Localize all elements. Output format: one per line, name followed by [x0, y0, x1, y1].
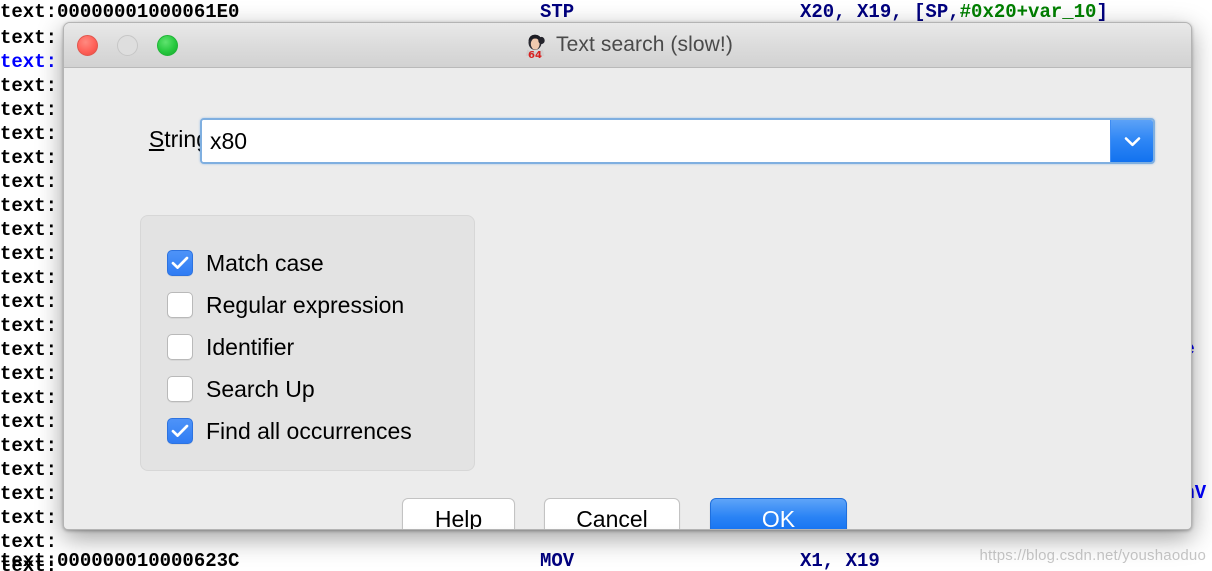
asm-operands-green: #0x20+var_10	[959, 1, 1097, 23]
asm-segment-label: text:	[0, 51, 58, 73]
text-search-dialog: 64 Text search (slow!) String Match case…	[63, 22, 1192, 530]
string-combobox[interactable]	[200, 118, 1155, 164]
asm-line: text:	[0, 98, 57, 122]
asm-line: text:	[0, 290, 57, 314]
asm-address-top: text:00000001000061E0	[0, 1, 240, 23]
string-label-accesskey: S	[148, 126, 165, 152]
asm-line: text:	[0, 194, 57, 218]
search-options-group: Match case Regular expression Identifier Se…	[140, 215, 475, 471]
asm-line: text:	[0, 506, 57, 530]
checkmark-icon	[171, 424, 189, 437]
asm-segment-label: text:	[0, 123, 58, 145]
asm-line-top: text:00000001000061E0 STP X20, X19, [SP,…	[0, 0, 1212, 24]
dialog-title: Text search (slow!)	[556, 33, 733, 56]
dialog-body: String Match case Regular expression Ident…	[64, 68, 1191, 529]
asm-line: text:	[0, 434, 57, 458]
string-field-row: String	[64, 118, 1191, 164]
asm-line: text:	[0, 170, 57, 194]
string-history-dropdown-button[interactable]	[1110, 120, 1153, 162]
asm-line: text:	[0, 314, 57, 338]
asm-segment-label: text:	[0, 339, 58, 361]
asm-mnemonic-top: STP	[540, 1, 575, 23]
option-label: Regular expression	[206, 291, 405, 318]
asm-address-bottom: text:000000010000623C	[0, 550, 240, 571]
string-label: String	[89, 126, 209, 153]
asm-operands-top: X20, X19, [SP,#0x20+var_10]	[800, 0, 1108, 24]
asm-segment-label: text:	[0, 243, 58, 265]
asm-segment-label: text:	[0, 147, 58, 169]
dialog-title-area: 64 Text search (slow!)	[64, 23, 1191, 67]
dialog-titlebar[interactable]: 64 Text search (slow!)	[64, 23, 1191, 68]
watermark-text: https://blog.csdn.net/youshaoduo	[979, 547, 1206, 564]
option-label: Match case	[206, 249, 324, 276]
dialog-button-row: Help Cancel OK	[64, 498, 1191, 529]
window-controls	[77, 23, 178, 67]
asm-segment-label: text:	[0, 387, 58, 409]
checkbox-identifier[interactable]	[167, 334, 193, 360]
asm-line: text:	[0, 242, 57, 266]
asm-line: text:	[0, 122, 57, 146]
checkbox-match-case[interactable]	[167, 250, 193, 276]
asm-segment-label: text:	[0, 459, 58, 481]
maximize-button[interactable]	[157, 34, 178, 56]
asm-line: text:	[0, 338, 57, 362]
option-row-regular-expression[interactable]: Regular expression	[167, 284, 474, 326]
option-row-match-case[interactable]: Match case	[167, 242, 474, 284]
chevron-down-icon	[1124, 136, 1140, 146]
asm-segment-label: text:	[0, 171, 58, 193]
checkbox-regular-expression[interactable]	[167, 292, 193, 318]
option-row-identifier[interactable]: Identifier	[167, 326, 474, 368]
asm-segment-label: text:	[0, 363, 58, 385]
asm-segment-label: text:	[0, 219, 58, 241]
asm-segment-column: text: text: text: text: text: text: text: text:…	[0, 26, 57, 571]
asm-line: text:	[0, 386, 57, 410]
cancel-button[interactable]: Cancel	[544, 498, 680, 529]
ida-64-icon: 64	[525, 34, 545, 59]
asm-segment-label: text:	[0, 195, 58, 217]
asm-operands-prefix: X20, X19, [SP,	[800, 1, 960, 23]
help-button[interactable]: Help	[402, 498, 515, 529]
checkbox-find-all-occurrences[interactable]	[167, 418, 193, 444]
asm-operands-bottom: X1, X19	[800, 550, 880, 571]
asm-segment-label: text:	[0, 267, 58, 289]
asm-segment-label: text:	[0, 99, 58, 121]
option-label: Identifier	[206, 333, 295, 360]
asm-line: text:	[0, 26, 57, 50]
asm-line: text:	[0, 410, 57, 434]
ok-button[interactable]: OK	[710, 498, 847, 529]
svg-text:64: 64	[528, 50, 542, 59]
asm-line: text:	[0, 362, 57, 386]
asm-segment-label: text:	[0, 315, 58, 337]
asm-segment-label: text:	[0, 483, 58, 505]
asm-line: text:	[0, 482, 57, 506]
asm-line: text:	[0, 74, 57, 98]
asm-mnemonic-bottom: MOV	[540, 550, 575, 571]
option-row-find-all-occurrences[interactable]: Find all occurrences	[167, 410, 474, 452]
option-label: Find all occurrences	[206, 417, 412, 444]
option-label: Search Up	[206, 375, 315, 402]
asm-line: text:	[0, 266, 57, 290]
asm-line: text:	[0, 218, 57, 242]
close-button[interactable]	[77, 34, 98, 56]
asm-line: text:	[0, 146, 57, 170]
asm-segment-label: text:	[0, 27, 58, 49]
asm-segment-label: text:	[0, 411, 58, 433]
asm-segment-label: text:	[0, 507, 58, 529]
asm-line: text:	[0, 458, 57, 482]
asm-segment-label: text:	[0, 435, 58, 457]
checkmark-icon	[171, 256, 189, 269]
minimize-button[interactable]	[117, 34, 138, 56]
asm-segment-label: text:	[0, 75, 58, 97]
asm-line: text:	[0, 50, 57, 74]
asm-segment-label: text:	[0, 291, 58, 313]
asm-operands-suffix: ]	[1096, 1, 1108, 23]
checkbox-search-up[interactable]	[167, 376, 193, 402]
search-string-input[interactable]	[202, 120, 1110, 162]
option-row-search-up[interactable]: Search Up	[167, 368, 474, 410]
